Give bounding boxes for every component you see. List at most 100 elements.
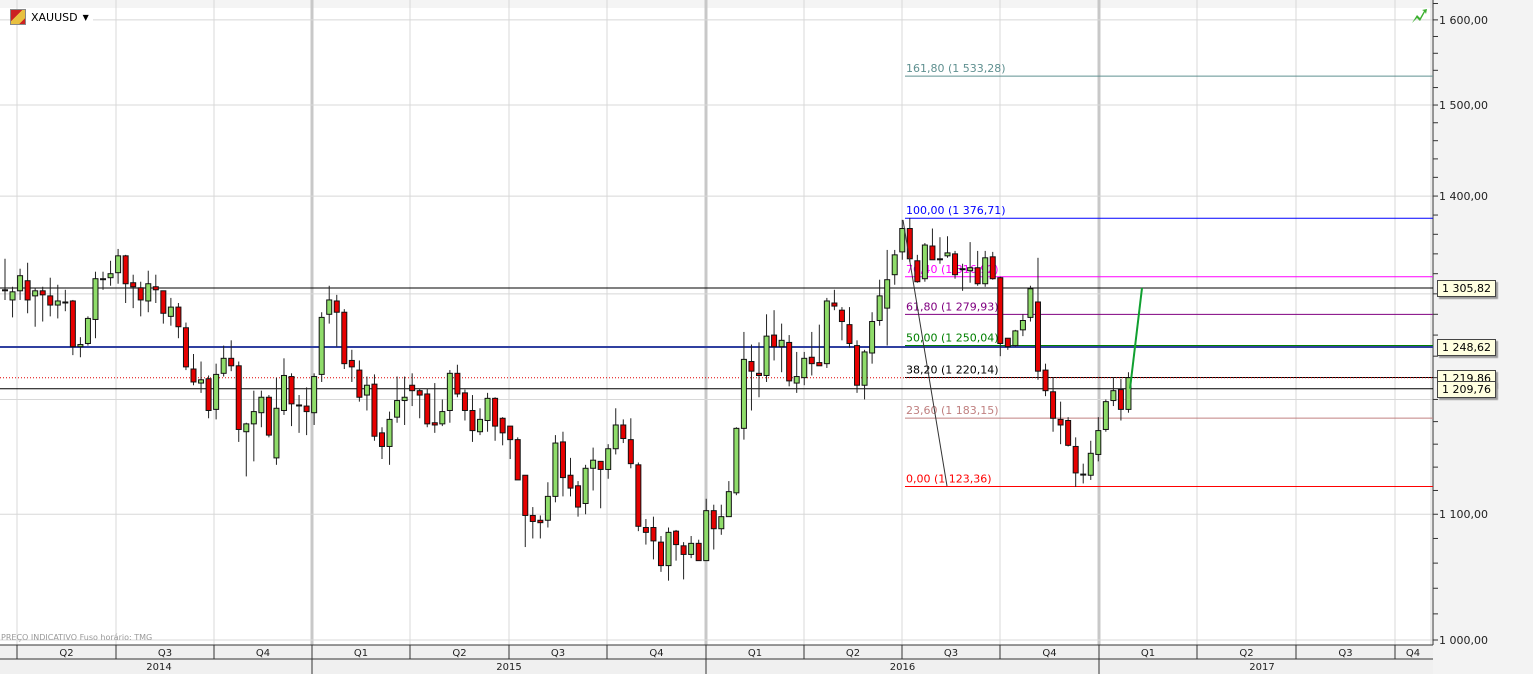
candle-body — [967, 267, 974, 272]
candle-body — [499, 417, 506, 434]
candle-body — [152, 286, 159, 291]
candle-body — [1110, 390, 1117, 402]
candle-body — [537, 519, 544, 524]
candle-body — [657, 541, 664, 567]
candle-body — [318, 316, 325, 375]
candle — [1125, 372, 1132, 413]
candle-body — [145, 283, 152, 302]
candle-body — [1050, 391, 1057, 419]
candle-body — [514, 439, 521, 481]
candle-body — [409, 384, 416, 392]
candle-body — [92, 278, 99, 320]
candle-body — [710, 510, 717, 530]
year-label: 2014 — [146, 662, 171, 673]
candle-body — [1095, 430, 1102, 455]
candle — [921, 243, 928, 282]
candle-body — [348, 359, 355, 368]
candle — [854, 340, 861, 393]
candle-body — [386, 418, 393, 447]
candle-body — [771, 334, 778, 348]
candle-body — [235, 365, 242, 430]
candle-body — [273, 407, 280, 459]
candle-body — [725, 491, 732, 518]
quarter-label: Q4 — [1406, 648, 1420, 659]
candle-body — [801, 357, 808, 379]
candle-body — [974, 267, 981, 285]
quarter-label: Q2 — [59, 648, 73, 659]
candle-body — [1080, 473, 1087, 476]
candle-body — [763, 335, 770, 376]
candle — [635, 462, 642, 532]
candle-body — [703, 510, 710, 562]
candle-body — [936, 258, 943, 261]
candle-body — [733, 427, 740, 494]
candle-body — [469, 409, 476, 432]
candle-body — [1057, 418, 1064, 426]
gold-bar-icon — [10, 9, 26, 25]
candle-body — [854, 345, 861, 386]
footer-note: PREÇO INDICATIVO Fuso horário: TMG — [1, 633, 153, 642]
candle-body — [190, 368, 197, 383]
candle-body — [635, 464, 642, 527]
candle-body — [130, 282, 137, 288]
candle-body — [786, 341, 793, 382]
candle-body — [1012, 330, 1019, 347]
candle-body — [952, 253, 959, 276]
candle-body — [296, 404, 303, 407]
quarter-label: Q1 — [748, 648, 762, 659]
quarter-label: Q3 — [158, 648, 172, 659]
candle-body — [84, 317, 91, 344]
caret-down-icon: ▼ — [82, 12, 89, 22]
candle-body — [597, 460, 604, 470]
candle — [371, 374, 378, 441]
candle-body — [582, 467, 589, 504]
symbol-label: XAUUSD — [31, 10, 78, 24]
candle-body — [17, 275, 24, 292]
candle — [84, 316, 91, 346]
candle-body — [1087, 452, 1094, 476]
quarter-label: Q4 — [1042, 648, 1056, 659]
candle-body — [280, 374, 287, 411]
candle-body — [32, 290, 39, 297]
candle-body — [575, 485, 582, 508]
candle-body — [650, 527, 657, 542]
candle-body — [363, 384, 370, 396]
candle-body — [401, 396, 408, 402]
candle-body — [612, 424, 619, 450]
candle-body — [371, 383, 378, 437]
top-strip — [0, 0, 1433, 8]
candle-body — [1102, 401, 1109, 430]
candle — [341, 309, 348, 370]
candle-body — [1065, 420, 1072, 446]
candle-body — [100, 278, 107, 281]
candle — [823, 297, 830, 368]
candle-body — [2, 289, 8, 292]
plot-area — [0, 0, 1433, 645]
candle-body — [394, 400, 401, 418]
candle-body — [989, 256, 996, 280]
quarter-label: Q2 — [452, 648, 466, 659]
candle-body — [107, 273, 114, 279]
candle-body — [265, 396, 272, 436]
candle-body — [688, 542, 695, 555]
candle-body — [522, 474, 529, 516]
candle-body — [24, 280, 31, 301]
candle-body — [838, 309, 845, 323]
candle-body — [205, 378, 212, 411]
candle-body — [39, 290, 46, 296]
candle-body — [213, 373, 220, 410]
candle-body — [544, 495, 551, 521]
candle-body — [1027, 288, 1034, 318]
candle-body — [54, 300, 61, 306]
candle-body — [1004, 337, 1011, 348]
candle-body — [167, 306, 174, 317]
candle-body — [477, 418, 484, 433]
fib-level-label: 100,00 (1 376,71) — [906, 204, 1006, 217]
price-chart[interactable]: 1 600,00 1 500,00 1 400,00 1 100,00 1 000,00… — [0, 0, 1533, 674]
candle-body — [1042, 369, 1049, 392]
symbol-selector[interactable]: XAUUSD ▼ — [10, 9, 93, 25]
fib-level-label: 0,00 (1 123,36) — [906, 473, 992, 486]
candle-body — [333, 300, 340, 313]
candle-body — [62, 301, 69, 304]
quarter-label: Q2 — [846, 648, 860, 659]
